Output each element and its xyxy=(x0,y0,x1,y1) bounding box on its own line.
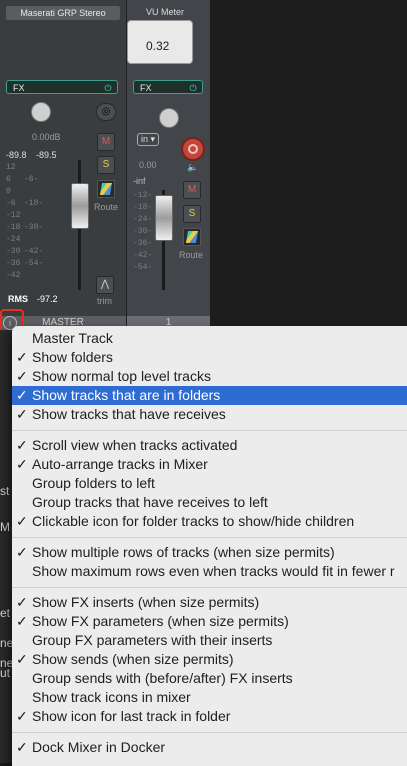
menu-separator xyxy=(12,537,407,538)
bg-text: et xyxy=(0,606,11,620)
menu-item-show-last-track-icon[interactable]: ✓ Show icon for last track in folder xyxy=(12,707,407,726)
record-arm-icon[interactable] xyxy=(181,137,205,161)
menu-item-maximum-rows[interactable]: Show maximum rows even when tracks would… xyxy=(12,562,407,581)
power-icon[interactable]: ⏻ xyxy=(101,81,115,93)
track-scale: -12- -18- -24- -30- -36- -42- -54- xyxy=(133,191,153,272)
track-route-label: Route xyxy=(179,250,204,260)
track-fx-label: FX xyxy=(140,83,152,93)
check-icon: ✓ xyxy=(16,456,28,472)
check-icon: ✓ xyxy=(16,406,28,422)
track-mute-button[interactable]: M xyxy=(183,181,201,199)
track-solo-button[interactable]: S xyxy=(183,205,201,223)
menu-item-show-fx-inserts[interactable]: ✓ Show FX inserts (when size permits) xyxy=(12,593,407,612)
trim-envelope-icon[interactable]: ⋀ xyxy=(96,276,114,294)
bg-text: st xyxy=(0,484,10,498)
menu-item-master-track[interactable]: Master Track xyxy=(12,329,407,348)
track-route-icon[interactable] xyxy=(183,228,201,246)
input-select[interactable]: in ▾ xyxy=(137,133,160,146)
master-fx-label: FX xyxy=(13,83,25,93)
speaker-icon[interactable]: 🔈 xyxy=(187,162,198,173)
check-icon: ✓ xyxy=(16,594,28,610)
master-peak-left: -89.8 xyxy=(6,150,27,160)
vu-meter-title: VU Meter xyxy=(146,7,185,17)
menu-item-group-receives-left[interactable]: Group tracks that have receives to left xyxy=(12,493,407,512)
master-mute-button[interactable]: M xyxy=(97,133,115,151)
bg-text: M xyxy=(0,520,10,534)
menu-item-dock-mixer[interactable]: ✓ Dock Mixer in Docker xyxy=(12,738,407,757)
master-peak-right: -89.5 xyxy=(36,150,57,160)
master-scale-left: 12 6 0 -6 -12 -18 -24 -30 -36 -42 xyxy=(6,163,21,280)
track-inf-label: -inf xyxy=(133,176,146,186)
menu-item-scroll-view[interactable]: ✓ Scroll view when tracks activated xyxy=(12,436,407,455)
master-pan-knob[interactable] xyxy=(31,102,51,122)
check-icon: ✓ xyxy=(16,651,28,667)
rms-value: -97.2 xyxy=(37,294,58,304)
track-strip-1: VU Meter 0.32 FX ⏻ in ▾ 0.00 🔈 -inf -12-… xyxy=(127,0,210,330)
master-fx-slot[interactable]: Maserati GRP Stereo xyxy=(6,6,120,20)
menu-item-show-tracks-in-folders[interactable]: ✓ Show tracks that are in folders xyxy=(12,386,407,405)
background-window-edge: st M et ne ne ut xyxy=(0,330,13,763)
check-icon: ✓ xyxy=(16,437,28,453)
menu-item-show-fx-parameters[interactable]: ✓ Show FX parameters (when size permits) xyxy=(12,612,407,631)
mixer-panel: Maserati GRP Stereo FX ⏻ ◎ 0.00dB -89.8 … xyxy=(0,0,407,343)
master-volume-readout: 0.00dB xyxy=(32,132,61,142)
menu-item-clickable-folder-icon[interactable]: ✓ Clickable icon for folder tracks to sho… xyxy=(12,512,407,531)
menu-item-show-folders[interactable]: ✓ Show folders xyxy=(12,348,407,367)
bg-text: ut xyxy=(0,666,11,680)
menu-item-group-fx-parameters[interactable]: Group FX parameters with their inserts xyxy=(12,631,407,650)
power-icon[interactable]: ⏻ xyxy=(186,81,200,93)
master-fader-handle[interactable] xyxy=(71,183,89,229)
menu-item-show-sends[interactable]: ✓ Show sends (when size permits) xyxy=(12,650,407,669)
vu-meter-value: 0.32 xyxy=(146,39,170,53)
master-strip: Maserati GRP Stereo FX ⏻ ◎ 0.00dB -89.8 … xyxy=(0,0,126,330)
menu-separator xyxy=(12,587,407,588)
check-icon: ✓ xyxy=(16,368,28,384)
check-icon: ✓ xyxy=(16,387,28,403)
mixer-context-menu: Master Track ✓ Show folders ✓ Show normal … xyxy=(12,326,407,766)
menu-separator xyxy=(12,430,407,431)
check-icon: ✓ xyxy=(16,544,28,560)
menu-item-group-sends[interactable]: Group sends with (before/after) FX inser… xyxy=(12,669,407,688)
menu-item-auto-arrange[interactable]: ✓ Auto-arrange tracks in Mixer xyxy=(12,455,407,474)
menu-item-show-tracks-with-receives[interactable]: ✓ Show tracks that have receives xyxy=(12,405,407,424)
check-icon: ✓ xyxy=(16,513,28,529)
master-fx-button[interactable]: FX ⏻ xyxy=(6,80,118,94)
track-pan-knob[interactable] xyxy=(159,108,179,128)
track-volume-readout: 0.00 xyxy=(139,160,157,170)
mixer-empty-area xyxy=(210,0,407,330)
menu-item-show-track-icons[interactable]: Show track icons in mixer xyxy=(12,688,407,707)
menu-item-multiple-rows[interactable]: ✓ Show multiple rows of tracks (when size… xyxy=(12,543,407,562)
check-icon: ✓ xyxy=(16,349,28,365)
check-icon: ✓ xyxy=(16,739,28,755)
check-icon: ✓ xyxy=(16,708,28,724)
menu-item-show-normal-top-level-tracks[interactable]: ✓ Show normal top level tracks xyxy=(12,367,407,386)
track-fx-button[interactable]: FX ⏻ xyxy=(133,80,203,94)
master-route-icon[interactable] xyxy=(97,180,115,198)
master-trim-label: trim xyxy=(97,296,112,306)
check-icon: ✓ xyxy=(16,613,28,629)
master-route-label: Route xyxy=(94,202,119,212)
track-fader-handle[interactable] xyxy=(155,195,173,241)
vu-meter-display: 0.32 xyxy=(127,20,193,64)
stereo-width-icon[interactable]: ◎ xyxy=(96,103,116,121)
menu-separator xyxy=(12,732,407,733)
master-solo-button[interactable]: S xyxy=(97,156,115,174)
master-scale-right: -6- -18- -30- -42- -54- xyxy=(24,175,44,268)
menu-item-group-folders-left[interactable]: Group folders to left xyxy=(12,474,407,493)
rms-label: RMS xyxy=(8,294,28,304)
